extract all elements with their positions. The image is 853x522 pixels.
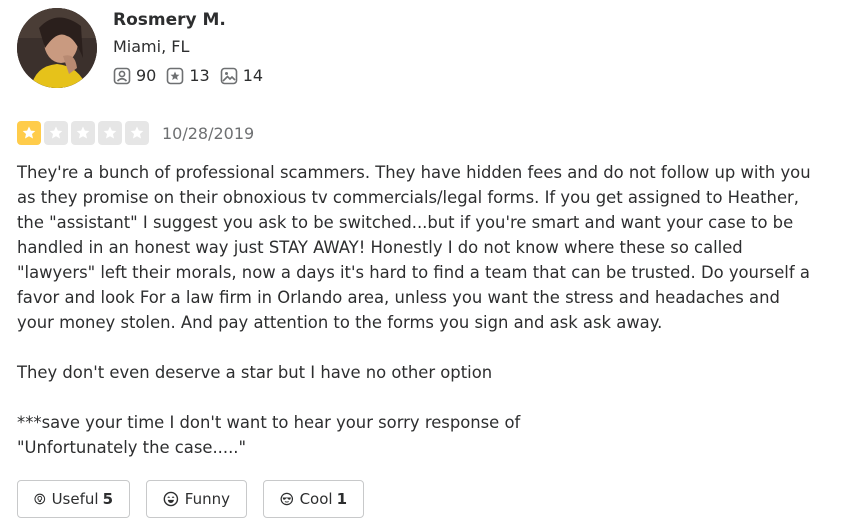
friends-icon — [113, 67, 131, 84]
user-location: Miami, FL — [113, 37, 190, 56]
review-line: "Unfortunately the case....." — [17, 438, 247, 457]
review-card: Rosmery M. Miami, FL 90 13 14 10/28/2019… — [0, 0, 853, 522]
review-line: your money stolen. And pay attention to … — [17, 313, 663, 332]
review-actions: Useful 5 Funny Cool 1 — [17, 480, 380, 518]
review-line: handled in an honest way just STAY AWAY!… — [17, 238, 743, 257]
user-name[interactable]: Rosmery M. — [113, 10, 226, 30]
star-icon — [17, 121, 41, 145]
friends-stat: 90 — [113, 66, 156, 85]
star-badge-icon — [167, 67, 184, 84]
sunglasses-icon — [280, 492, 294, 506]
star-icon — [71, 121, 95, 145]
star-icon — [125, 121, 149, 145]
user-stats: 90 13 14 — [113, 66, 273, 85]
useful-label: Useful — [51, 490, 99, 508]
avatar[interactable] — [17, 8, 97, 88]
review-date: 10/28/2019 — [162, 123, 255, 143]
review-line: the "assistant" I suggest you ask to be … — [17, 213, 794, 232]
review-line: ***save your time I don't want to hear y… — [17, 413, 521, 432]
lightbulb-icon — [34, 493, 46, 505]
review-text: They're a bunch of professional scammers… — [17, 160, 847, 460]
review-line: as they promise on their obnoxious tv co… — [17, 188, 799, 207]
reviews-stat: 13 — [166, 66, 210, 85]
cool-label: Cool — [299, 490, 333, 508]
useful-button[interactable]: Useful 5 — [17, 480, 130, 518]
photos-stat: 14 — [220, 66, 263, 85]
useful-count: 5 — [102, 490, 113, 508]
rating-row: 10/28/2019 — [17, 121, 254, 145]
funny-button[interactable]: Funny — [146, 480, 247, 518]
star-icon — [44, 121, 68, 145]
star-icon — [98, 121, 122, 145]
star-rating — [17, 121, 152, 145]
laugh-icon — [163, 491, 179, 507]
user-photo — [17, 8, 97, 88]
review-line: favor and look For a law firm in Orlando… — [17, 288, 780, 307]
review-line: They're a bunch of professional scammers… — [17, 163, 811, 182]
cool-count: 1 — [336, 490, 347, 508]
friends-count: 90 — [136, 66, 157, 85]
review-line: "lawyers" left their morals, now a days … — [17, 263, 810, 282]
photo-icon — [220, 67, 238, 84]
cool-button[interactable]: Cool 1 — [263, 480, 364, 518]
funny-label: Funny — [184, 490, 230, 508]
review-line: They don't even deserve a star but I hav… — [17, 363, 493, 382]
reviews-count: 13 — [189, 66, 210, 85]
photos-count: 14 — [242, 66, 264, 85]
